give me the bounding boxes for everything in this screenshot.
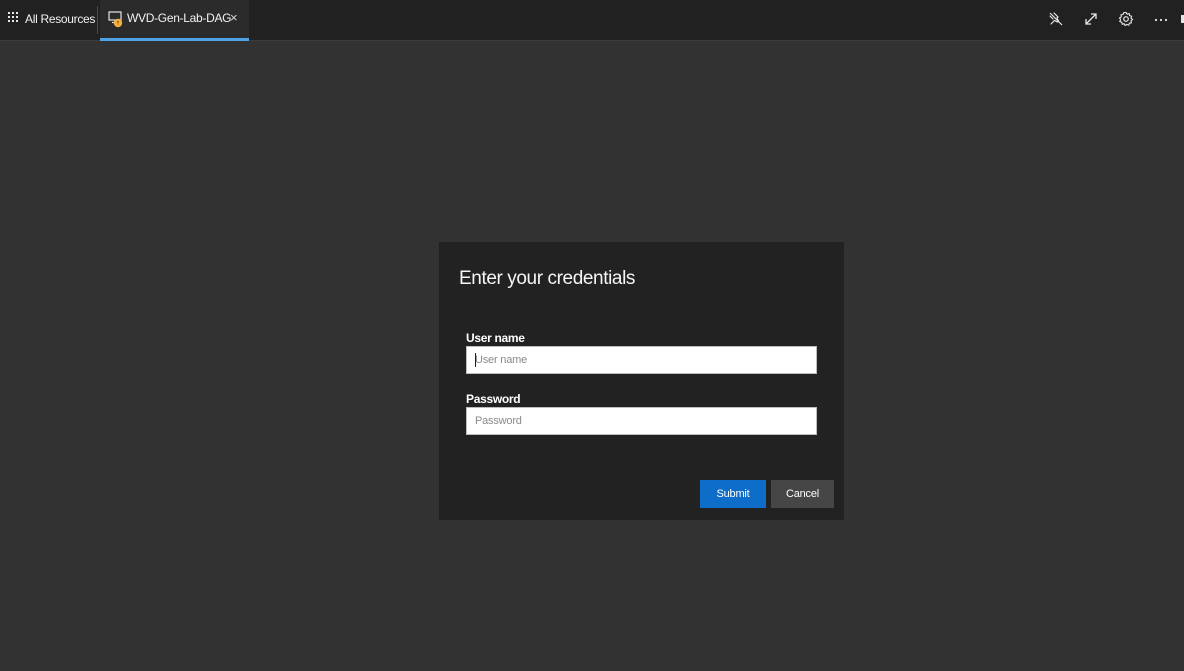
- tab-title: WVD-Gen-Lab-DAG: [127, 11, 232, 25]
- more-icon: [1154, 18, 1167, 22]
- credentials-dialog: Enter your credentials User name Passwor…: [439, 242, 844, 520]
- gear-icon: [1118, 11, 1133, 27]
- close-tab-icon[interactable]: ×: [230, 10, 238, 26]
- password-input[interactable]: [466, 407, 817, 435]
- unpin-button[interactable]: [1038, 0, 1073, 38]
- all-resources-label: All Resources: [25, 12, 96, 26]
- submit-button[interactable]: Submit: [700, 480, 766, 508]
- window-toolbar: [1038, 0, 1184, 38]
- expand-button[interactable]: [1073, 0, 1108, 38]
- dialog-title: Enter your credentials: [459, 268, 636, 289]
- username-input[interactable]: [466, 346, 817, 374]
- tab-divider: [97, 6, 98, 34]
- cancel-button[interactable]: Cancel: [771, 480, 834, 508]
- expand-icon: [1084, 13, 1097, 25]
- password-label: Password: [466, 392, 521, 406]
- username-label: User name: [466, 331, 525, 345]
- tab-wvd-gen-lab-dag[interactable]: WVD-Gen-Lab-DAG ×: [100, 0, 249, 41]
- app-grid-icon: [8, 12, 18, 22]
- settings-button[interactable]: [1108, 0, 1143, 38]
- more-button[interactable]: [1143, 0, 1178, 38]
- top-bar: All Resources WVD-Gen-Lab-DAG ×: [0, 0, 1184, 41]
- all-resources-button[interactable]: All Resources: [8, 0, 95, 38]
- text-caret: [475, 353, 476, 367]
- unpin-icon: [1048, 12, 1062, 26]
- remote-desktop-icon: [108, 11, 126, 28]
- panel-edge-icon: [1178, 0, 1184, 38]
